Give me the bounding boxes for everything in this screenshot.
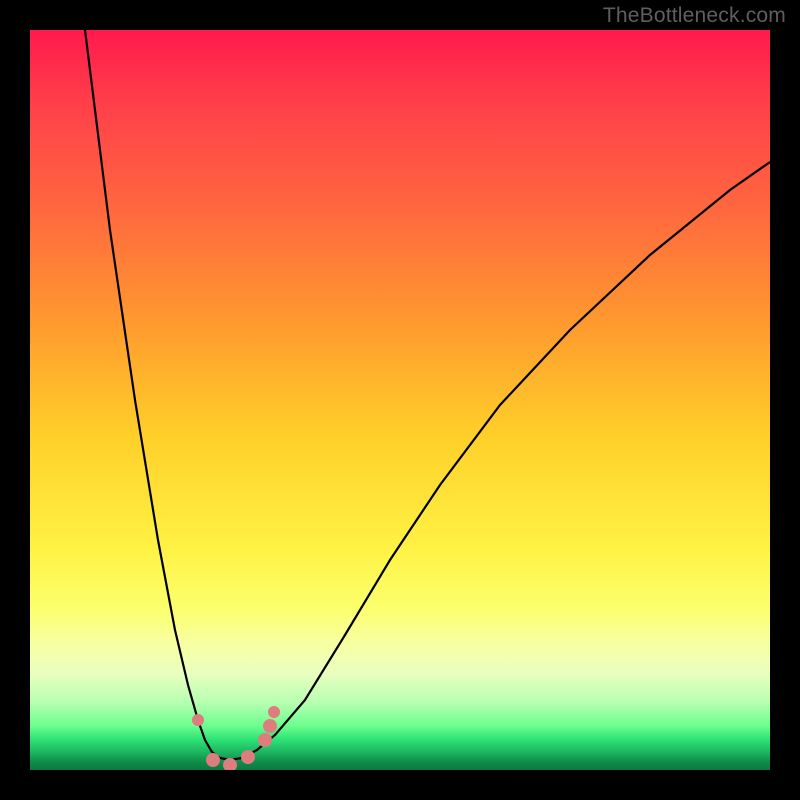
left-dot — [192, 714, 204, 726]
curve-layer — [30, 30, 770, 770]
chart-frame: TheBottleneck.com — [0, 0, 800, 800]
right-dot-3 — [268, 706, 280, 718]
right-dot-1 — [258, 733, 272, 747]
plot-area — [30, 30, 770, 770]
trough-dot-1 — [206, 753, 220, 767]
bottleneck-curve-path — [85, 30, 770, 760]
right-dot-2 — [263, 719, 277, 733]
trough-dot-3 — [241, 750, 255, 764]
watermark-label: TheBottleneck.com — [603, 4, 786, 28]
